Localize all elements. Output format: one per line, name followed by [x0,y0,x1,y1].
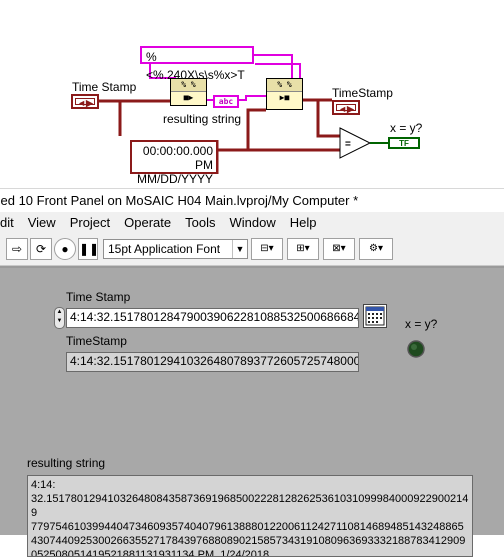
resulting-string-terminal-label: resulting string [163,112,242,126]
timestamp-constant[interactable]: 00:00:00.000 PM MM/DD/YYYY [130,140,218,186]
toolbar: ⇨ ⟳ ● ❚❚ 15pt Application Font ▼ ⊟▾ ⊞▾ ⊠… [0,234,504,266]
svg-text:=: = [345,139,351,150]
resulting-string-panel-label: resulting string [27,456,106,470]
font-selector[interactable]: 15pt Application Font ▼ [103,239,248,259]
format-into-string-node[interactable]: % % ■▶ [170,78,207,106]
menu-help[interactable]: Help [283,212,324,234]
equal-indicator-label: x = y? [390,121,423,135]
front-panel-window: tled 10 Front Panel on MoSAIC H04 Main.l… [0,188,504,557]
increment-decrement-icon[interactable]: ▲ ▼ [54,307,65,329]
pause-icon[interactable]: ❚❚ [78,238,99,260]
font-selector-label: 15pt Application Font [108,242,221,256]
menu-bar: dit View Project Operate Tools Window Help [0,212,504,234]
align-objects-icon[interactable]: ⊟▾ [251,238,283,260]
menu-tools[interactable]: Tools [178,212,222,234]
window-titlebar[interactable]: tled 10 Front Panel on MoSAIC H04 Main.l… [0,188,504,213]
time-stamp-terminal-label: Time Stamp [72,80,137,94]
timestamp-constant-time: 00:00:00.000 PM [142,144,213,172]
scan-from-string-node[interactable]: % % ▶■ [266,78,303,110]
timestamp-indicator-terminal[interactable]: ◄▶ [332,100,360,115]
reorder-icon[interactable]: ⚙▾ [359,238,393,260]
block-diagram: = %<%.240X\s\s%x>T Time Stamp ◄▶ % % ■▶ … [0,0,504,188]
window-title: tled 10 Front Panel on MoSAIC H04 Main.l… [0,193,359,208]
calendar-glyph [365,306,385,326]
menu-window[interactable]: Window [223,212,283,234]
abort-icon[interactable]: ● [54,238,76,260]
time-stamp-control-label: Time Stamp [66,290,131,304]
time-stamp-control[interactable]: 4:14:32.15178012847900390622810885325006… [66,308,359,328]
run-continuously-icon[interactable]: ⟳ [30,238,52,260]
equal-led-indicator [407,340,425,358]
timestamp-indicator-glyph-icon: ◄▶ [336,104,356,114]
scan-node-glyph: % % [267,79,302,92]
menu-edit[interactable]: dit [0,212,21,234]
timestamp-constant-date: MM/DD/YYYY [136,172,213,186]
format-node-glyph: % % [171,79,206,92]
equal-indicator-terminal[interactable]: TF [388,137,420,149]
timestamp-indicator: 4:14:32.15178012941032648078937726057257… [66,352,359,372]
distribute-objects-icon[interactable]: ⊞▾ [287,238,319,260]
time-stamp-control-terminal[interactable]: ◄▶ [71,94,99,109]
front-panel: Time Stamp ▲ ▼ 4:14:32.151780128479003906… [0,266,504,557]
timestamp-glyph-icon: ◄▶ [75,98,95,108]
resulting-string-indicator: 4:14: 32.1517801294103264808435873691968… [27,475,473,557]
calendar-browse-icon[interactable] [363,304,387,328]
resulting-string-indicator-terminal[interactable]: abc [213,95,239,108]
format-node-arrow-icon: ■▶ [183,93,194,102]
menu-view[interactable]: View [21,212,63,234]
chevron-down-icon: ▼ [232,240,247,258]
scan-node-arrow-icon: ▶■ [279,93,290,102]
menu-project[interactable]: Project [63,212,117,234]
panel-grid-shadow [0,266,504,268]
timestamp-indicator-label: TimeStamp [332,86,393,100]
resize-objects-icon[interactable]: ⊠▾ [323,238,355,260]
format-string-constant[interactable]: %<%.240X\s\s%x>T [140,46,254,82]
timestamp-indicator-panel-label: TimeStamp [66,334,127,348]
menu-operate[interactable]: Operate [117,212,178,234]
run-arrow-icon[interactable]: ⇨ [6,238,28,260]
equal-indicator-panel-label: x = y? [405,317,438,331]
